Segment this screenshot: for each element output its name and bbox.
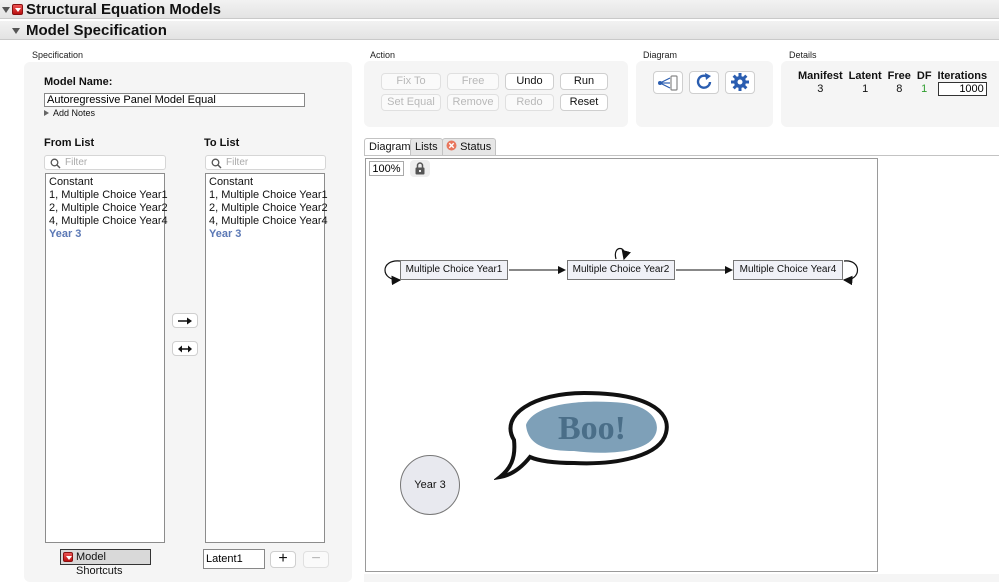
free-button[interactable]: Free <box>447 73 499 90</box>
run-button[interactable]: Run <box>560 73 608 90</box>
right-scroll-region <box>364 574 999 582</box>
filter-placeholder: Filter <box>226 157 249 168</box>
list-item-latent[interactable]: Year 3 <box>49 228 161 241</box>
remove-latent-button[interactable]: − <box>303 551 329 568</box>
redo-button[interactable]: Redo <box>505 94 554 111</box>
manifest-count: 3 <box>817 83 824 95</box>
list-item[interactable]: Constant <box>209 176 321 189</box>
diagram-tools-label: Diagram <box>643 50 678 60</box>
refresh-button[interactable] <box>689 71 719 94</box>
two-way-arrow-button[interactable] <box>172 341 198 356</box>
add-notes-label: Add Notes <box>53 108 96 118</box>
from-filter-input[interactable]: Filter <box>44 155 166 170</box>
fix-to-button[interactable]: Fix To <box>381 73 441 90</box>
list-item[interactable]: 2, Multiple Choice Year2 <box>209 202 328 215</box>
settings-button[interactable] <box>725 71 755 94</box>
to-filter-input[interactable]: Filter <box>205 155 326 170</box>
list-item[interactable]: 1, Multiple Choice Year1 <box>209 189 328 202</box>
details-panel: Manifest Latent Free DF Iterations 3 1 8… <box>781 61 999 127</box>
from-list[interactable]: Constant 1, Multiple Choice Year1 2, Mul… <box>45 173 168 543</box>
filter-placeholder: Filter <box>65 157 88 168</box>
list-item[interactable]: 4, Multiple Choice Year4 <box>49 215 168 228</box>
tab-lists[interactable]: Lists <box>410 138 443 156</box>
details-header: Free <box>887 70 911 82</box>
list-item[interactable]: Constant <box>49 176 161 189</box>
sticker-text: Boo! <box>558 410 626 447</box>
specification-label: Specification <box>32 50 84 60</box>
details-header: DF <box>916 70 932 82</box>
from-list-label: From List <box>44 137 95 149</box>
red-triangle-menu-icon[interactable] <box>12 4 23 15</box>
sem-outline-header: Structural Equation Models <box>0 0 999 19</box>
latent-count: 1 <box>862 83 869 95</box>
model-spec-outline-header: Model Specification <box>0 21 999 40</box>
search-icon <box>211 158 222 169</box>
diagram-canvas[interactable]: Multiple Choice Year1 Multiple Choice Ye… <box>365 158 878 572</box>
action-label: Action <box>370 50 396 60</box>
error-icon <box>446 140 457 151</box>
model-shortcuts-label: Model Shortcuts <box>76 551 123 577</box>
set-equal-button[interactable]: Set Equal <box>381 94 441 111</box>
latent-node-year3[interactable]: Year 3 <box>400 455 460 515</box>
to-list[interactable]: Constant 1, Multiple Choice Year1 2, Mul… <box>205 173 328 543</box>
list-item[interactable]: 2, Multiple Choice Year2 <box>49 202 168 215</box>
specification-panel: Model Name: Add Notes From List To List … <box>24 62 352 582</box>
right-arrow-icon <box>178 317 192 325</box>
action-panel: Fix To Free Undo Run Set Equal Remove Re… <box>364 61 628 127</box>
latent-name-input[interactable] <box>203 549 265 569</box>
df-value: 1 <box>921 83 928 95</box>
model-shortcuts-button[interactable]: Model Shortcuts <box>60 549 151 577</box>
node-year2[interactable]: Multiple Choice Year2 <box>567 260 675 280</box>
add-latent-button[interactable]: + <box>270 551 296 568</box>
tab-status-label: Status <box>460 141 492 153</box>
node-year1[interactable]: Multiple Choice Year1 <box>400 260 508 280</box>
reset-button[interactable]: Reset <box>560 94 608 111</box>
diagram-tools-panel <box>636 61 773 127</box>
layout-icon <box>658 75 678 91</box>
minus-icon: − <box>311 550 321 567</box>
list-item[interactable]: 1, Multiple Choice Year1 <box>49 189 168 202</box>
disclosure-triangle-icon[interactable] <box>2 7 10 13</box>
iterations-input[interactable] <box>937 82 987 96</box>
to-list-label: To List <box>204 137 240 149</box>
remove-button[interactable]: Remove <box>447 94 499 111</box>
boo-speech-bubble-icon: Boo! <box>494 390 669 480</box>
window-title: Structural Equation Models <box>26 1 222 18</box>
disclosure-right-icon <box>44 110 49 116</box>
model-name-label: Model Name: <box>44 76 113 88</box>
details-header: Manifest <box>798 70 843 82</box>
one-way-arrow-button[interactable] <box>172 313 198 328</box>
tab-strip-line <box>364 155 999 156</box>
node-year4[interactable]: Multiple Choice Year4 <box>733 260 843 280</box>
list-item[interactable]: 4, Multiple Choice Year4 <box>209 215 328 228</box>
free-count: 8 <box>896 83 903 95</box>
details-table: Manifest Latent Free DF Iterations 3 1 8… <box>795 70 990 96</box>
add-notes-toggle[interactable]: Add Notes <box>44 108 95 118</box>
plus-icon: + <box>278 550 288 567</box>
lock-button[interactable] <box>410 160 430 177</box>
gear-icon <box>731 73 749 91</box>
details-header: Latent <box>848 70 882 82</box>
details-label: Details <box>789 50 817 60</box>
red-triangle-menu-icon <box>63 552 73 562</box>
layout-button[interactable] <box>653 71 683 94</box>
tab-status[interactable]: Status <box>442 138 497 156</box>
zoom-input[interactable] <box>369 161 404 176</box>
search-icon <box>50 158 61 169</box>
section-title: Model Specification <box>26 22 167 39</box>
undo-button[interactable]: Undo <box>505 73 554 90</box>
model-name-input[interactable] <box>44 93 305 107</box>
list-item-latent[interactable]: Year 3 <box>209 228 321 241</box>
refresh-icon <box>696 73 712 89</box>
tab-diagram[interactable]: Diagram <box>364 138 416 156</box>
lock-icon <box>415 162 425 175</box>
iterations-cell <box>935 82 991 96</box>
details-header: Iterations <box>937 70 988 82</box>
double-arrow-icon <box>178 345 192 353</box>
disclosure-triangle-icon[interactable] <box>12 28 20 34</box>
latent-node-label: Year 3 <box>414 479 446 491</box>
